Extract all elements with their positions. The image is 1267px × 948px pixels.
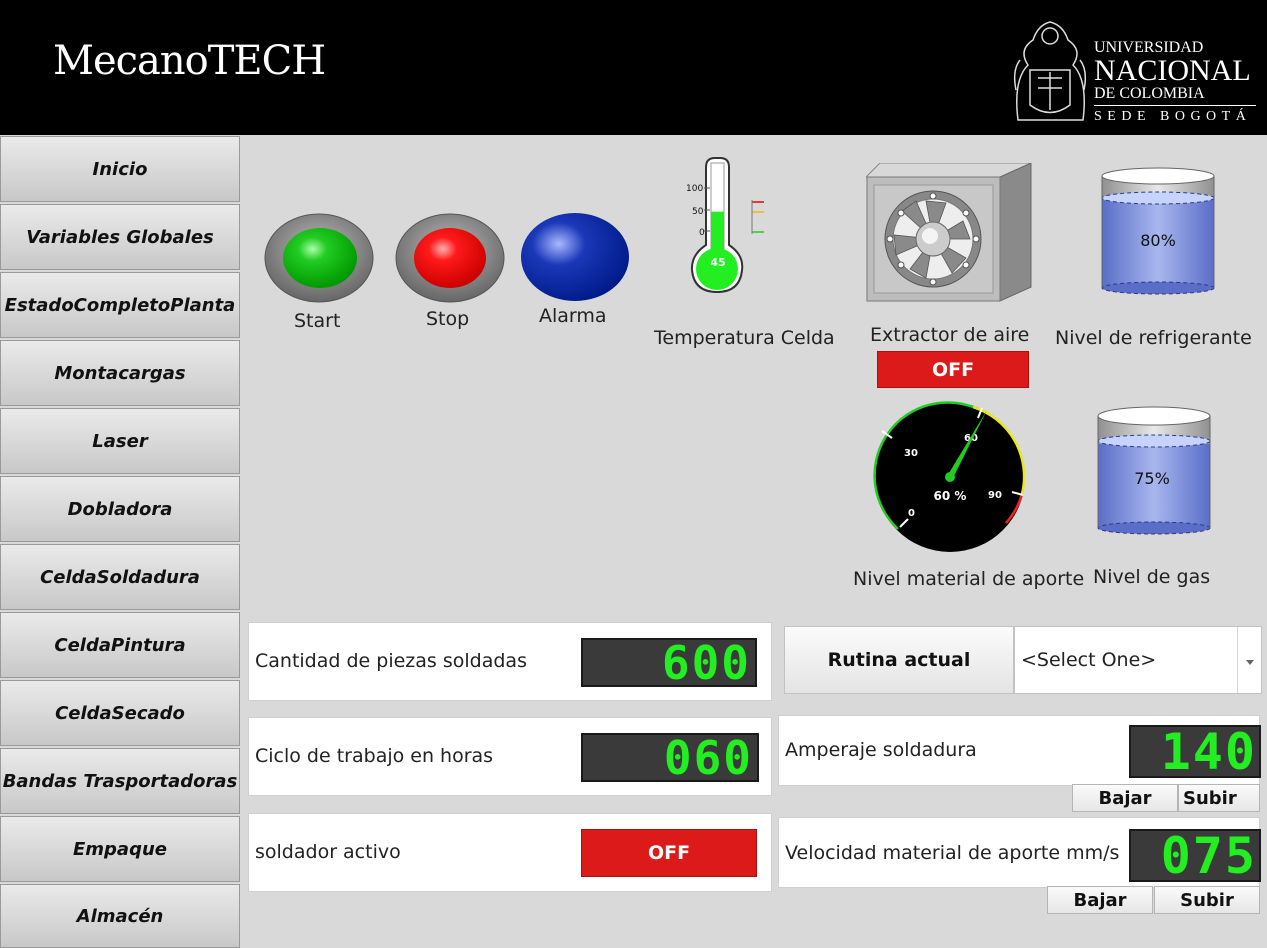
extractor-state-button[interactable]: OFF xyxy=(877,351,1029,388)
alarm-indicator-icon xyxy=(521,213,629,301)
pieces-value: 600 xyxy=(661,638,751,687)
pieces-label: Cantidad de piezas soldadas xyxy=(255,650,527,672)
feed-speed-value: 075 xyxy=(1160,829,1257,882)
pilot-lights xyxy=(264,213,629,303)
extractor-label: Extractor de aire xyxy=(870,324,1030,346)
feed-speed-display: 075 xyxy=(1129,829,1261,882)
sidebar-item-estado-completo-planta[interactable]: EstadoCompletoPlanta xyxy=(0,272,240,338)
sidebar-item-dobladora[interactable]: Dobladora xyxy=(0,476,240,542)
hours-display: 060 xyxy=(581,733,759,782)
thermo-tick-0: 0 xyxy=(699,228,705,238)
gauge-label: Nivel material de aporte xyxy=(853,568,1085,590)
gauge-tick-0: 0 xyxy=(908,508,915,519)
gauge-value: 60 % xyxy=(934,489,967,503)
feed-speed-down-button[interactable]: Bajar xyxy=(1047,886,1153,914)
university-line3: DE COLOMBIA xyxy=(1094,85,1205,102)
coolant-tank-icon: 80% xyxy=(1101,167,1215,295)
sidebar-nav: Inicio Variables Globales EstadoCompleto… xyxy=(0,135,242,948)
routine-select[interactable]: <Select One> xyxy=(1014,626,1262,694)
sidebar-item-laser[interactable]: Laser xyxy=(0,408,240,474)
sidebar-item-empaque[interactable]: Empaque xyxy=(0,816,240,882)
amperage-label: Amperaje soldadura xyxy=(785,739,977,761)
app-title: MecanoTECH xyxy=(53,38,326,84)
welder-label: soldador activo xyxy=(255,841,401,863)
gas-tank-icon: 75% xyxy=(1097,406,1211,535)
coolant-value: 80% xyxy=(1140,231,1176,250)
amperage-up-button[interactable]: Subir xyxy=(1178,784,1260,812)
extractor-fan-icon xyxy=(866,163,1032,302)
start-label: Start xyxy=(294,310,341,332)
coolant-label: Nivel de refrigerante xyxy=(1055,327,1252,349)
amperage-display: 140 xyxy=(1129,725,1261,778)
sidebar-item-montacargas[interactable]: Montacargas xyxy=(0,340,240,406)
amperage-down-button[interactable]: Bajar xyxy=(1072,784,1178,812)
routine-selected-value: <Select One> xyxy=(1021,649,1157,671)
alarm-label: Alarma xyxy=(539,305,607,327)
feed-speed-panel: Velocidad material de aporte mm/s 075 xyxy=(778,817,1261,888)
gas-value: 75% xyxy=(1134,469,1170,488)
stop-indicator-icon[interactable] xyxy=(395,213,505,303)
header-bar: MecanoTECH UNIVERSIDAD NACIONAL DE COLOM… xyxy=(0,0,1267,135)
feed-material-gauge-icon: 0 30 60 90 60 % xyxy=(873,401,1026,552)
sidebar-item-inicio[interactable]: Inicio xyxy=(0,136,240,202)
sidebar-item-almacen[interactable]: Almacén xyxy=(0,884,240,948)
hours-value: 060 xyxy=(663,733,753,782)
sidebar-item-celda-soldadura[interactable]: CeldaSoldadura xyxy=(0,544,240,610)
thermo-tick-50: 50 xyxy=(692,207,704,217)
stop-label: Stop xyxy=(426,308,470,330)
university-name: UNIVERSIDAD NACIONAL DE COLOMBIA SEDE BO… xyxy=(1094,40,1256,125)
routine-dropdown-toggle[interactable] xyxy=(1237,627,1261,693)
feed-speed-up-button[interactable]: Subir xyxy=(1154,886,1260,914)
thermometer-value: 45 xyxy=(710,256,725,269)
university-line2: NACIONAL xyxy=(1094,54,1251,87)
thermometer-icon: 100 50 0 45 xyxy=(686,157,764,294)
gas-label: Nivel de gas xyxy=(1093,566,1211,588)
sidebar-item-celda-pintura[interactable]: CeldaPintura xyxy=(0,612,240,678)
hours-panel: Ciclo de trabajo en horas 060 xyxy=(248,717,772,796)
welder-panel: soldador activo OFF xyxy=(248,813,772,892)
amperage-value: 140 xyxy=(1160,725,1257,778)
gauge-tick-90: 90 xyxy=(988,490,1002,501)
pieces-display: 600 xyxy=(581,638,757,687)
sidebar-item-celda-secado[interactable]: CeldaSecado xyxy=(0,680,240,746)
university-line4: SEDE BOGOTÁ xyxy=(1094,109,1252,124)
thermometer-label: Temperatura Celda xyxy=(654,327,835,349)
feed-speed-label: Velocidad material de aporte mm/s xyxy=(785,842,1120,864)
sidebar-item-variables-globales[interactable]: Variables Globales xyxy=(0,204,240,270)
university-divider xyxy=(1094,105,1256,106)
routine-label: Rutina actual xyxy=(784,626,1014,694)
start-indicator-icon[interactable] xyxy=(264,213,374,303)
sidebar-item-bandas-trasportadoras[interactable]: Bandas Trasportadoras xyxy=(0,748,240,814)
pieces-panel: Cantidad de piezas soldadas 600 xyxy=(248,622,772,701)
amperage-panel: Amperaje soldadura 140 xyxy=(778,715,1261,786)
hours-label: Ciclo de trabajo en horas xyxy=(255,745,494,767)
chevron-down-icon xyxy=(1246,660,1254,665)
gauge-tick-30: 30 xyxy=(904,448,918,459)
thermo-tick-100: 100 xyxy=(686,184,703,194)
welder-state-button[interactable]: OFF xyxy=(581,829,757,877)
